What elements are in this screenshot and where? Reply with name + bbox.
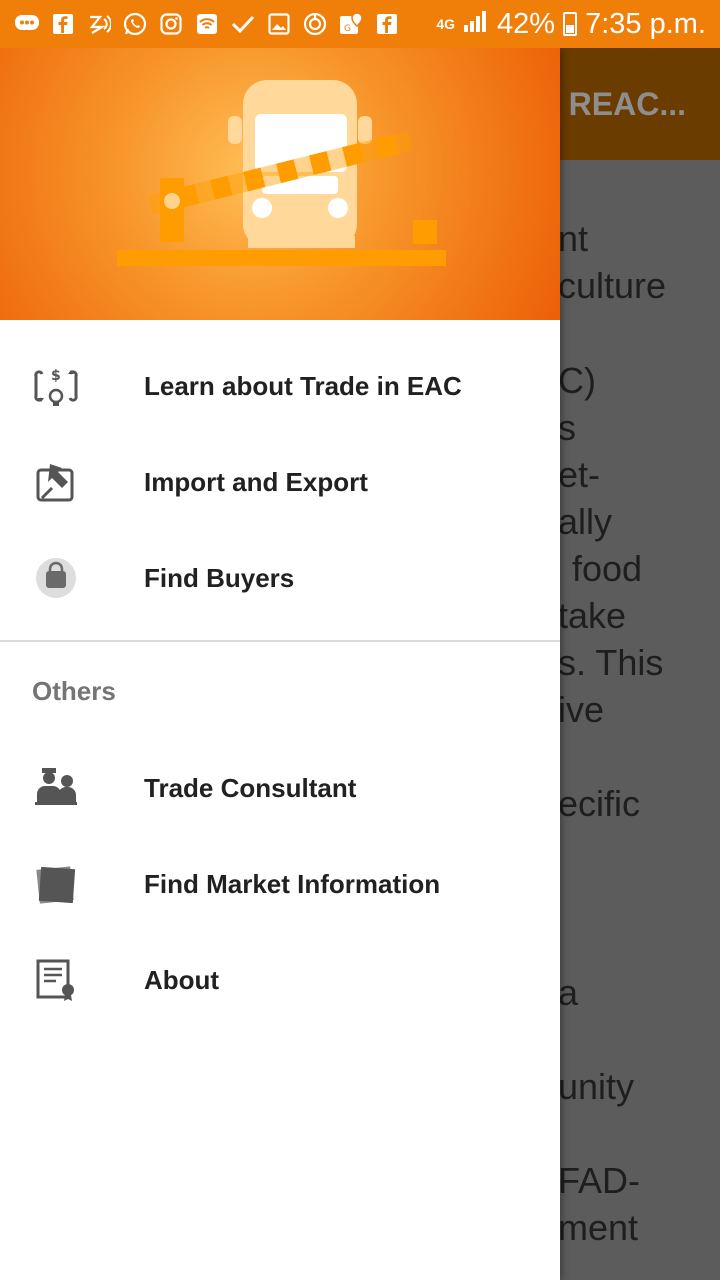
content-line: a (558, 972, 579, 1013)
menu-item-about[interactable]: About (0, 932, 560, 1028)
status-bar: G 4G 42% 7:35 p.m. (0, 0, 720, 48)
content-line: ment (558, 1207, 639, 1248)
menu-item-find-buyers[interactable]: Find Buyers (0, 530, 560, 626)
content-line: C) (558, 360, 596, 401)
instagram-icon (158, 11, 184, 37)
facebook-icon (374, 11, 400, 37)
menu-item-find-market-info[interactable]: Find Market Information (0, 836, 560, 932)
content-line: ive (558, 689, 605, 730)
content-line: s. This (558, 642, 664, 683)
consultant-icon (30, 762, 82, 814)
divider (0, 640, 560, 642)
svg-text:G: G (344, 24, 351, 34)
wifi-icon (194, 11, 220, 37)
content-line: ecific (558, 783, 641, 824)
import-export-icon (30, 456, 82, 508)
messages-icon (14, 11, 40, 37)
content-line: nt (558, 218, 589, 259)
svg-text:$: $ (51, 368, 61, 384)
nfc-icon (86, 11, 112, 37)
content-line: food (572, 548, 643, 589)
menu-item-label: Find Market Information (144, 868, 441, 899)
market-info-icon (30, 858, 82, 910)
drawer-header (0, 48, 560, 320)
menu-item-label: Trade Consultant (144, 772, 357, 803)
battery-icon (563, 12, 578, 36)
sync-icon (302, 11, 328, 37)
certificate-icon (30, 954, 82, 1006)
facebook-icon (50, 11, 76, 37)
shopping-bag-icon (30, 552, 82, 604)
gallery-icon (266, 11, 292, 37)
network-type: 4G (436, 16, 456, 32)
content-line: unity (558, 1066, 635, 1107)
truck-border-gate-illustration (117, 80, 446, 266)
menu-item-label: Import and Export (144, 466, 368, 497)
status-indicators: 4G 42% 7:35 p.m. (436, 8, 706, 41)
content-line: s (558, 407, 576, 448)
content-line: take (558, 595, 627, 636)
content-line: ally (558, 501, 613, 542)
section-title-others: Others (32, 676, 116, 706)
content-line: FAD- (558, 1160, 641, 1201)
menu-item-label: About (144, 964, 220, 995)
menu-item-learn-trade[interactable]: $ Learn about Trade in EAC (0, 338, 560, 434)
check-icon (230, 11, 256, 37)
menu-item-import-export[interactable]: Import and Export (0, 434, 560, 530)
battery-percent: 42% (497, 7, 556, 40)
menu-item-label: Learn about Trade in EAC (144, 370, 462, 401)
menu-item-trade-consultant[interactable]: Trade Consultant (0, 740, 560, 836)
clock: 7:35 p.m. (585, 7, 706, 40)
maps-icon: G (338, 11, 364, 37)
navigation-drawer: $ Learn about Trade in EAC Import and Ex… (0, 48, 560, 1280)
trade-cycle-icon: $ (30, 360, 82, 412)
content-line: culture (558, 265, 667, 306)
signal-icon (463, 8, 489, 41)
whatsapp-icon (122, 11, 148, 37)
content-line: et- (558, 454, 601, 495)
notification-icons: G (14, 11, 436, 37)
menu-item-label: Find Buyers (144, 562, 295, 593)
